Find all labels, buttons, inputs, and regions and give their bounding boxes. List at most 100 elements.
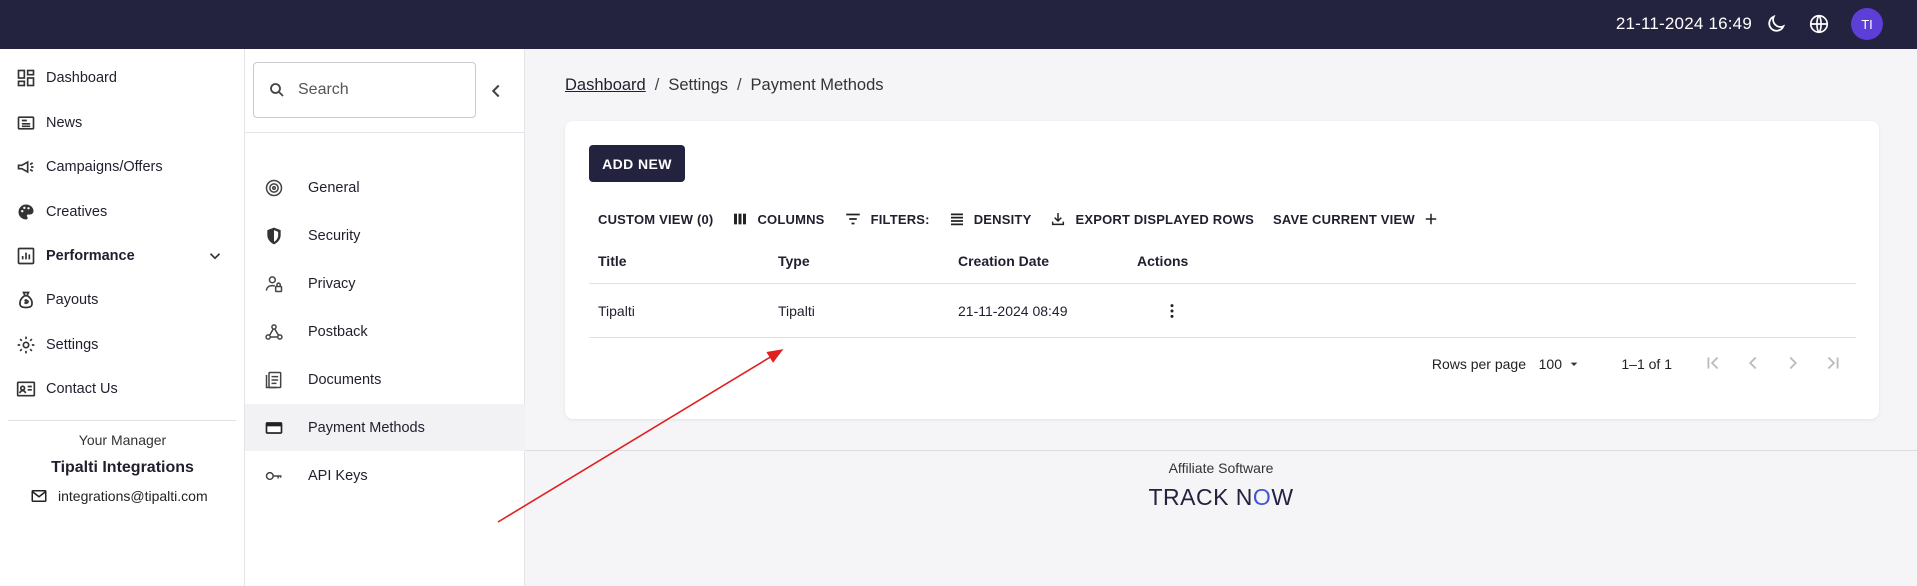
pagination: Rows per page 100 1–1 of 1 <box>589 338 1856 390</box>
submenu-item-privacy[interactable]: Privacy <box>245 260 525 307</box>
filters-label: FILTERS: <box>870 211 930 227</box>
column-header-creation-date[interactable]: Creation Date <box>958 253 1049 269</box>
gear-icon <box>17 336 35 354</box>
cell-type: Tipalti <box>778 302 815 319</box>
column-header-type[interactable]: Type <box>778 253 810 269</box>
moon-icon[interactable] <box>1765 13 1787 35</box>
save-view-label: SAVE CURRENT VIEW <box>1272 211 1415 227</box>
sidebar-item-label: News <box>46 115 83 131</box>
table-header: Title Type Creation Date Actions <box>589 238 1856 284</box>
avatar-initials: TI <box>1861 16 1873 32</box>
main-content: Dashboard / Settings / Payment Methods ADD N… <box>525 49 1917 586</box>
submenu-item-api-keys[interactable]: API Keys <box>245 452 525 499</box>
breadcrumb-current: Payment Methods <box>750 76 884 94</box>
key-icon <box>265 471 282 480</box>
sidebar-item-label: Campaigns/Offers <box>46 159 163 175</box>
manager-name: Tipalti Integrations <box>51 459 194 476</box>
sidebar-item-creatives[interactable]: Creatives <box>0 194 245 230</box>
mail-icon <box>31 490 47 502</box>
footer-divider <box>525 450 1917 451</box>
rows-per-page-select[interactable]: 100 <box>1539 356 1582 372</box>
submenu-item-postback[interactable]: Postback <box>245 308 525 355</box>
sidebar-item-payouts[interactable]: Payouts <box>0 282 245 318</box>
submenu-item-label: Payment Methods <box>308 419 425 436</box>
first-page-icon[interactable] <box>1702 352 1724 374</box>
chevron-left-icon[interactable] <box>1742 352 1764 374</box>
submenu-divider <box>245 132 525 133</box>
sidebar-item-label: Settings <box>46 337 99 353</box>
chevron-left-icon[interactable] <box>485 80 507 102</box>
submenu-item-payment-methods[interactable]: Payment Methods <box>245 404 525 451</box>
sidebar-item-label: Payouts <box>46 292 99 308</box>
sidebar-divider <box>8 420 236 421</box>
column-header-actions: Actions <box>1137 252 1189 269</box>
pagination-range: 1–1 of 1 <box>1621 356 1672 372</box>
more-vert-icon[interactable] <box>1162 301 1182 321</box>
save-view-button[interactable]: SAVE CURRENT VIEW <box>1273 212 1438 227</box>
sidebar-item-label: Performance <box>46 248 135 264</box>
dashboard-icon <box>17 69 35 87</box>
news-icon <box>17 116 35 130</box>
columns-icon <box>734 213 747 225</box>
avatar[interactable]: TI <box>1851 8 1883 40</box>
add-new-button[interactable]: ADD NEW <box>589 145 685 182</box>
logo-text-part: W <box>1271 484 1294 510</box>
last-page-icon[interactable] <box>1822 352 1844 374</box>
submenu-item-label: Security <box>308 227 361 244</box>
rows-per-page-value: 100 <box>1538 356 1562 372</box>
download-icon <box>1052 213 1065 226</box>
megaphone-icon <box>17 160 34 174</box>
logo-text-part: TRACK N <box>1148 484 1253 510</box>
manager-email-text: integrations@tipalti.com <box>58 488 208 504</box>
submenu-item-documents[interactable]: Documents <box>245 356 525 403</box>
chart-icon <box>17 247 35 265</box>
webhook-icon <box>265 323 283 340</box>
chevron-right-icon[interactable] <box>1782 352 1804 374</box>
target-icon <box>265 179 283 196</box>
search-field[interactable] <box>253 62 476 118</box>
documents-icon <box>265 371 282 388</box>
user-lock-icon <box>265 275 283 292</box>
breadcrumb-separator: / <box>736 76 742 94</box>
shield-icon <box>267 227 281 244</box>
search-input[interactable] <box>298 81 448 99</box>
sidebar-item-performance[interactable]: Performance <box>0 238 245 274</box>
search-icon <box>270 83 284 97</box>
payment-methods-table: Title Type Creation Date Actions Tipalti… <box>589 238 1856 338</box>
logo-text-accent: O <box>1252 484 1272 510</box>
palette-icon <box>18 204 34 220</box>
manager-email[interactable]: integrations@tipalti.com <box>30 487 208 505</box>
cell-creation-date: 21-11-2024 08:49 <box>958 302 1068 319</box>
globe-icon[interactable] <box>1808 13 1830 35</box>
sidebar-item-news[interactable]: News <box>0 105 245 141</box>
plus-icon <box>1425 213 1437 225</box>
column-header-title[interactable]: Title <box>598 253 627 269</box>
tracknow-logo: TRACK NOW <box>525 484 1917 511</box>
submenu-item-security[interactable]: Security <box>245 212 525 259</box>
payment-methods-card: ADD NEW CUSTOM VIEW (0) COLUMNS FILTERS:… <box>565 121 1879 419</box>
filter-icon <box>845 213 860 225</box>
sidebar-item-dashboard[interactable]: Dashboard <box>0 60 245 96</box>
chevron-down-icon[interactable] <box>206 247 224 265</box>
breadcrumb-settings[interactable]: Settings <box>668 76 728 94</box>
contact-card-icon <box>16 381 36 397</box>
breadcrumb-dashboard[interactable]: Dashboard <box>565 76 646 94</box>
table-row[interactable]: Tipalti Tipalti 21-11-2024 08:49 <box>589 284 1856 338</box>
cell-title: Tipalti <box>598 302 635 319</box>
submenu-item-label: Documents <box>308 371 382 388</box>
density-button[interactable]: DENSITY <box>949 211 1032 227</box>
sidebar-item-settings[interactable]: Settings <box>0 327 245 363</box>
filters-button[interactable]: FILTERS: <box>844 210 930 228</box>
sidebar-item-campaigns[interactable]: Campaigns/Offers <box>0 149 245 185</box>
datetime: 21-11-2024 16:49 <box>1615 14 1752 33</box>
submenu-item-general[interactable]: General <box>245 164 525 211</box>
sidebar-item-contact[interactable]: Contact Us <box>0 371 245 407</box>
grid-toolbar: CUSTOM VIEW (0) COLUMNS FILTERS: DENSITY… <box>598 207 1457 231</box>
columns-button[interactable]: COLUMNS <box>732 211 824 227</box>
custom-view-button[interactable]: CUSTOM VIEW (0) <box>598 212 713 227</box>
submenu-item-label: Postback <box>308 323 368 340</box>
rows-per-page-label: Rows per page <box>1431 356 1526 372</box>
dropdown-arrow-icon <box>1570 362 1578 366</box>
settings-submenu: General Security Privacy Postback Docume… <box>245 49 525 586</box>
export-button[interactable]: EXPORT DISPLAYED ROWS <box>1050 211 1254 227</box>
